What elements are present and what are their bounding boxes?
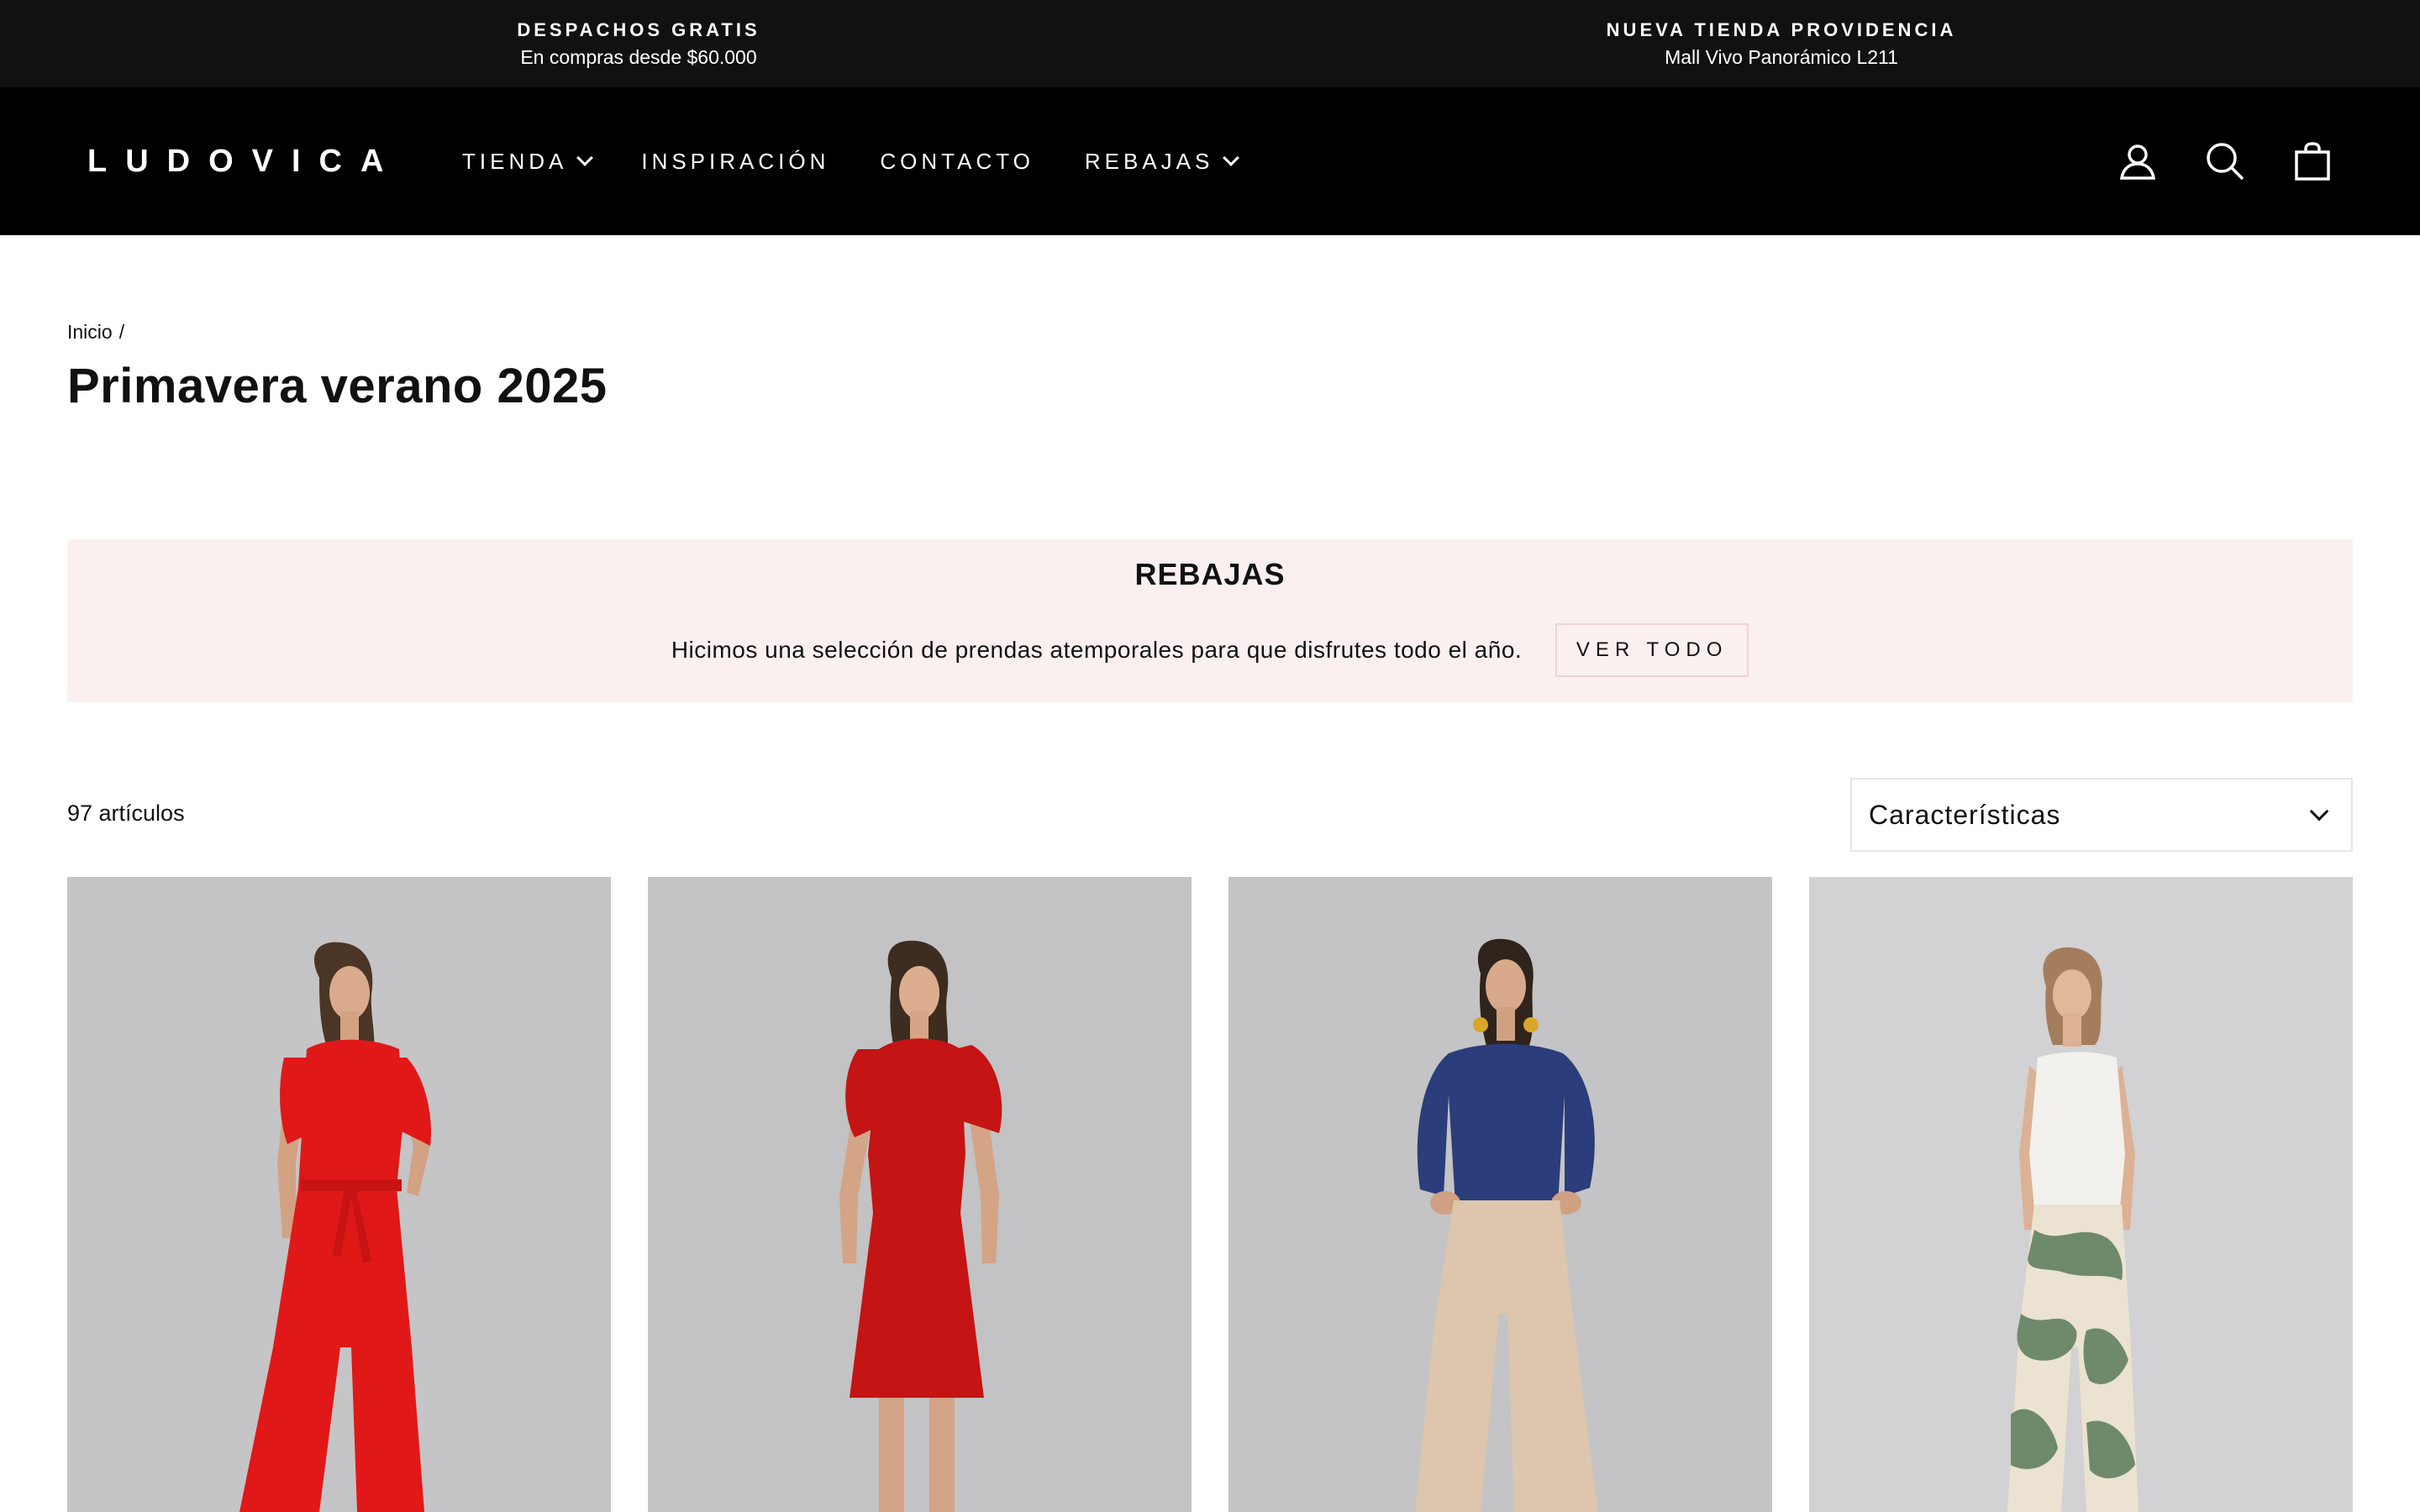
view-all-button[interactable]: VER TODO [1555,623,1749,677]
nav-item-label: INSPIRACIÓN [641,149,830,174]
sort-selected-value: Características [1869,799,2061,830]
announcement-subtitle: Mall Vivo Panorámico L211 [1665,45,1898,68]
product-image [67,877,611,1512]
product-card[interactable] [648,877,1192,1512]
nav-item-label: CONTACTO [880,149,1034,174]
chevron-down-icon [2309,801,2329,822]
sort-select[interactable]: Características [1850,778,2353,852]
nav-item-rebajas[interactable]: REBAJAS [1084,143,1240,180]
announcement-subtitle: En compras desde $60.000 [520,45,757,68]
product-image [1809,877,2353,1512]
cart-button[interactable] [2289,138,2336,185]
main-nav: TIENDA INSPIRACIÓN CONTACTO REBAJAS [462,143,1287,180]
nav-item-inspiracion[interactable]: INSPIRACIÓN [641,143,829,180]
promo-title: REBAJAS [1134,557,1286,591]
announcement-title: NUEVA TIENDA PROVIDENCIA [1606,18,1957,40]
breadcrumb: Inicio / [67,319,124,344]
breadcrumb-separator: / [118,321,125,343]
header-actions [2074,138,2336,185]
product-image [1228,877,1772,1512]
announcement-bar: DESPACHOS GRATIS En compras desde $60.00… [0,0,2420,87]
breadcrumb-home-link[interactable]: Inicio [67,319,113,344]
announcement-title: DESPACHOS GRATIS [517,18,760,40]
product-count: 97 artículos [67,801,185,826]
chevron-down-icon [1223,150,1240,166]
site-logo[interactable]: LUDOVICA [87,143,402,180]
nav-item-tienda[interactable]: TIENDA [462,143,594,180]
search-button[interactable] [2202,138,2249,185]
product-grid [67,877,2353,1512]
site-header: LUDOVICA TIENDA INSPIRACIÓN CONTACTO REB… [0,87,2420,235]
account-button[interactable] [2114,138,2161,185]
product-card[interactable] [1228,877,1772,1512]
promo-text: Hicimos una selección de prendas atempor… [671,637,1523,663]
chevron-down-icon [576,150,594,166]
promo-row: Hicimos una selección de prendas atempor… [67,623,2353,677]
search-icon [2207,143,2244,181]
product-image [648,877,1192,1512]
nav-item-label: REBAJAS [1084,149,1214,174]
nav-item-label: TIENDA [462,149,568,174]
nav-item-contacto[interactable]: CONTACTO [880,143,1034,180]
user-icon [2119,144,2156,180]
product-card[interactable] [67,877,611,1512]
product-card[interactable] [1809,877,2353,1512]
announcement-store[interactable]: NUEVA TIENDA PROVIDENCIA Mall Vivo Panor… [1487,0,2075,87]
announcement-shipping[interactable]: DESPACHOS GRATIS En compras desde $60.00… [345,0,933,87]
promo-banner: REBAJAS Hicimos una selección de prendas… [67,539,2353,702]
bag-icon [2295,142,2330,181]
page-title: Primavera verano 2025 [67,359,608,413]
